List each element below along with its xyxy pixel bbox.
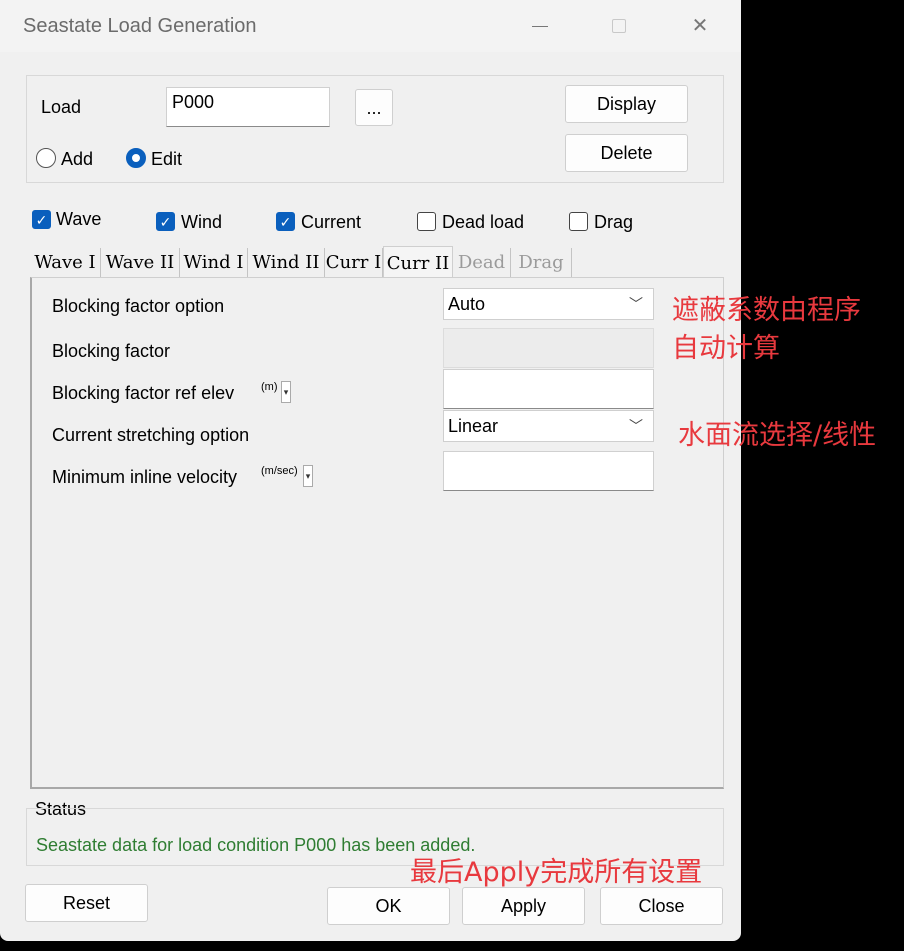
tab-wind-i[interactable]: Wind I — [180, 248, 248, 278]
tab-wind-ii[interactable]: Wind II — [248, 248, 325, 278]
blocking-ref-unit-dropdown[interactable]: ▾ — [281, 381, 291, 403]
blocking-ref-input[interactable] — [443, 369, 654, 409]
caret-down-icon: ▾ — [283, 387, 289, 397]
minimize-button[interactable] — [520, 10, 560, 42]
wind-checkbox[interactable]: ✓ — [156, 212, 175, 231]
wave-checkbox-label: Wave — [56, 209, 102, 229]
annotation-blocking-line2: 自动计算 — [672, 333, 780, 364]
delete-button[interactable]: Delete — [565, 134, 688, 172]
display-button[interactable]: Display — [565, 85, 688, 123]
annotation-stretching: 水面流选择/线性 — [678, 420, 877, 451]
reset-button[interactable]: Reset — [25, 884, 148, 922]
load-name-input[interactable]: P000 — [166, 87, 330, 127]
load-label: Load — [41, 97, 82, 117]
minimize-icon — [532, 26, 548, 27]
tab-drag: Drag — [511, 248, 572, 278]
maximize-button — [600, 10, 640, 42]
ok-button[interactable]: OK — [327, 887, 450, 925]
dead-load-checkbox-label: Dead load — [442, 212, 525, 232]
blocking-ref-unit: (m) — [261, 381, 278, 393]
blocking-ref-label: Blocking factor ref elev — [52, 383, 235, 403]
edit-radio[interactable] — [126, 148, 146, 168]
drag-checkbox-label: Drag — [594, 212, 634, 232]
maximize-icon — [612, 19, 626, 33]
min-velocity-unit: (m/sec) — [261, 465, 298, 477]
annotation-apply: 最后Apply完成所有设置 — [410, 857, 703, 888]
annotation-blocking-line1: 遮蔽系数由程序 — [672, 295, 861, 326]
stretching-select[interactable]: Linear ﹀ — [443, 410, 654, 442]
browse-load-button[interactable]: ... — [355, 89, 393, 126]
blocking-option-value: Auto — [448, 294, 486, 314]
close-window-button[interactable]: ✕ — [680, 10, 720, 42]
tab-curr-i[interactable]: Curr I — [325, 248, 383, 278]
blocking-option-label: Blocking factor option — [52, 296, 225, 316]
chevron-down-icon: ﹀ — [629, 296, 643, 312]
tab-wave-ii[interactable]: Wave II — [101, 248, 180, 278]
stretching-label: Current stretching option — [52, 425, 250, 445]
chevron-down-icon: ﹀ — [629, 418, 643, 434]
close-button[interactable]: Close — [600, 887, 723, 925]
tab-dead: Dead — [453, 248, 511, 278]
min-velocity-unit-dropdown[interactable]: ▾ — [303, 465, 313, 487]
stretching-value: Linear — [448, 416, 499, 436]
blocking-factor-label: Blocking factor — [52, 341, 171, 361]
wind-checkbox-label: Wind — [181, 212, 223, 232]
dead-load-checkbox[interactable] — [417, 212, 436, 231]
window-title: Seastate Load Generation — [23, 15, 257, 37]
min-velocity-label: Minimum inline velocity — [52, 467, 238, 487]
checkmark-icon: ✓ — [35, 212, 48, 228]
tab-wave-i[interactable]: Wave I — [30, 248, 101, 278]
current-checkbox-label: Current — [301, 212, 362, 232]
drag-checkbox[interactable] — [569, 212, 588, 231]
wave-checkbox[interactable]: ✓ — [32, 210, 51, 229]
checkmark-icon: ✓ — [279, 214, 292, 230]
add-radio-label: Add — [61, 149, 94, 169]
dialog-window: Seastate Load Generation ✕ Load P000 ...… — [0, 0, 741, 941]
apply-button[interactable]: Apply — [462, 887, 585, 925]
tab-curr-ii[interactable]: Curr II — [383, 246, 453, 279]
edit-radio-label: Edit — [151, 149, 183, 169]
close-icon: ✕ — [691, 15, 709, 37]
checkmark-icon: ✓ — [159, 214, 172, 230]
caret-down-icon: ▾ — [305, 471, 311, 481]
blocking-option-select[interactable]: Auto ﹀ — [443, 288, 654, 320]
current-checkbox[interactable]: ✓ — [276, 212, 295, 231]
title-bar: Seastate Load Generation ✕ — [0, 0, 741, 52]
add-radio[interactable] — [36, 148, 56, 168]
blocking-factor-input — [443, 328, 654, 368]
min-velocity-input[interactable] — [443, 451, 654, 491]
